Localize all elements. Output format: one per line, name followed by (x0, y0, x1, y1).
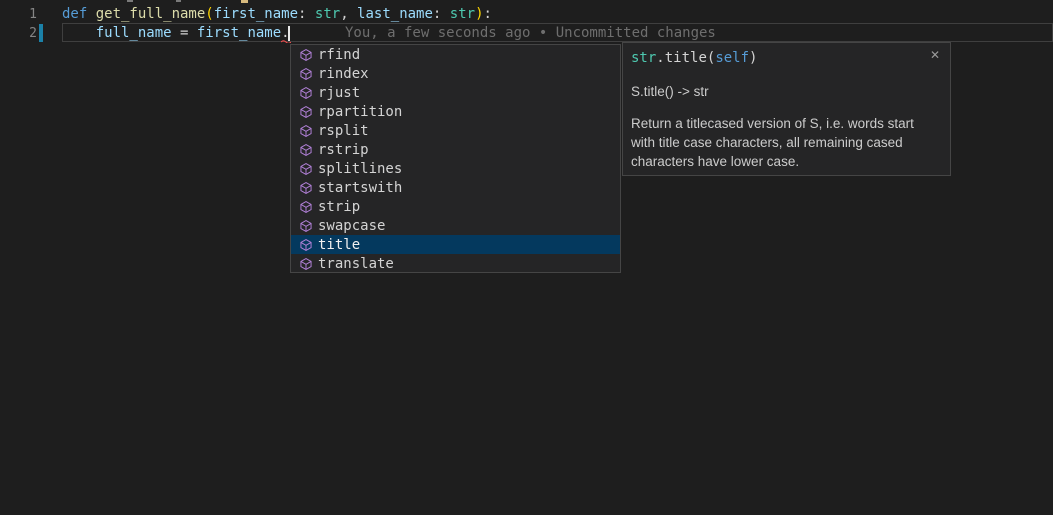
suggest-docs-panel: str.title(self) ✕ S.title() -> str Retur… (622, 42, 951, 176)
method-icon (299, 86, 313, 100)
suggest-item-translate[interactable]: translate (291, 254, 620, 273)
code-token: get_full_name (96, 6, 206, 22)
suggest-item-label: rstrip (318, 142, 369, 158)
code-token: : (484, 6, 492, 22)
code-token: . (656, 50, 664, 66)
code-token: str (450, 6, 475, 22)
suggest-item-label: rpartition (318, 104, 402, 120)
suggest-item-rsplit[interactable]: rsplit (291, 121, 620, 140)
code-token: str (631, 50, 656, 66)
code-token: ) (475, 6, 483, 22)
method-icon (299, 105, 313, 119)
method-icon (299, 238, 313, 252)
clipped-text-artifact (127, 0, 133, 2)
method-icon (299, 219, 313, 233)
code-token: def (62, 6, 96, 22)
suggest-item-splitlines[interactable]: splitlines (291, 159, 620, 178)
suggest-item-startswith[interactable]: startswith (291, 178, 620, 197)
suggest-item-strip[interactable]: strip (291, 197, 620, 216)
method-icon (299, 200, 313, 214)
suggest-widget: rfind rindex rjust rpartition rsplit rstrip sp… (290, 44, 621, 273)
code-token (62, 25, 96, 41)
line-number-2: 2 (0, 24, 37, 43)
method-icon (299, 257, 313, 271)
gutter-modified-indicator (39, 24, 43, 42)
close-icon[interactable]: ✕ (930, 48, 940, 62)
suggest-item-label: title (318, 237, 360, 253)
code-token: ) (749, 50, 757, 66)
code-token: : (433, 6, 450, 22)
method-icon (299, 143, 313, 157)
suggest-item-label: strip (318, 199, 360, 215)
suggest-item-rfind[interactable]: rfind (291, 45, 620, 64)
code-token: = (172, 25, 197, 41)
suggest-item-label: rfind (318, 47, 360, 63)
code-line-1[interactable]: def get_full_name(first_name: str, last_… (62, 5, 492, 24)
code-line-2[interactable]: full_name = first_name. (62, 24, 290, 43)
code-token: str (315, 6, 340, 22)
code-token: ( (205, 6, 213, 22)
suggest-item-rstrip[interactable]: rstrip (291, 140, 620, 159)
suggest-item-label: translate (318, 256, 394, 272)
method-icon (299, 48, 313, 62)
code-token: first_name (214, 6, 298, 22)
suggest-item-rjust[interactable]: rjust (291, 83, 620, 102)
code-token: full_name (96, 25, 172, 41)
doc-description: Return a titlecased version of S, i.e. w… (631, 114, 935, 171)
suggest-item-label: splitlines (318, 161, 402, 177)
code-token: : (298, 6, 315, 22)
code-token: first_name (197, 25, 281, 41)
suggest-item-label: startswith (318, 180, 402, 196)
suggest-item-label: rsplit (318, 123, 369, 139)
doc-summary: S.title() -> str (631, 83, 942, 100)
error-squiggle (281, 39, 291, 43)
code-token: title (665, 50, 707, 66)
line-number-1: 1 (0, 5, 37, 24)
suggest-item-rpartition[interactable]: rpartition (291, 102, 620, 121)
code-token: self (715, 50, 749, 66)
method-icon (299, 124, 313, 138)
method-icon (299, 181, 313, 195)
suggest-item-label: rjust (318, 85, 360, 101)
method-icon (299, 67, 313, 81)
suggest-item-label: swapcase (318, 218, 385, 234)
code-token: , (340, 6, 357, 22)
git-blame-annotation: You, a few seconds ago • Uncommitted cha… (345, 24, 716, 43)
doc-signature: str.title(self) (631, 49, 942, 68)
code-editor: { "editor": { "background_color": "#1e1e… (0, 0, 1053, 515)
suggest-item-title[interactable]: title (291, 235, 620, 254)
method-icon (299, 162, 313, 176)
clipped-text-artifact (241, 0, 248, 3)
code-token: last_name (357, 6, 433, 22)
suggest-list: rfind rindex rjust rpartition rsplit rstrip sp… (291, 45, 620, 273)
clipped-text-artifact (176, 0, 181, 2)
suggest-item-rindex[interactable]: rindex (291, 64, 620, 83)
suggest-item-label: rindex (318, 66, 369, 82)
suggest-item-swapcase[interactable]: swapcase (291, 216, 620, 235)
